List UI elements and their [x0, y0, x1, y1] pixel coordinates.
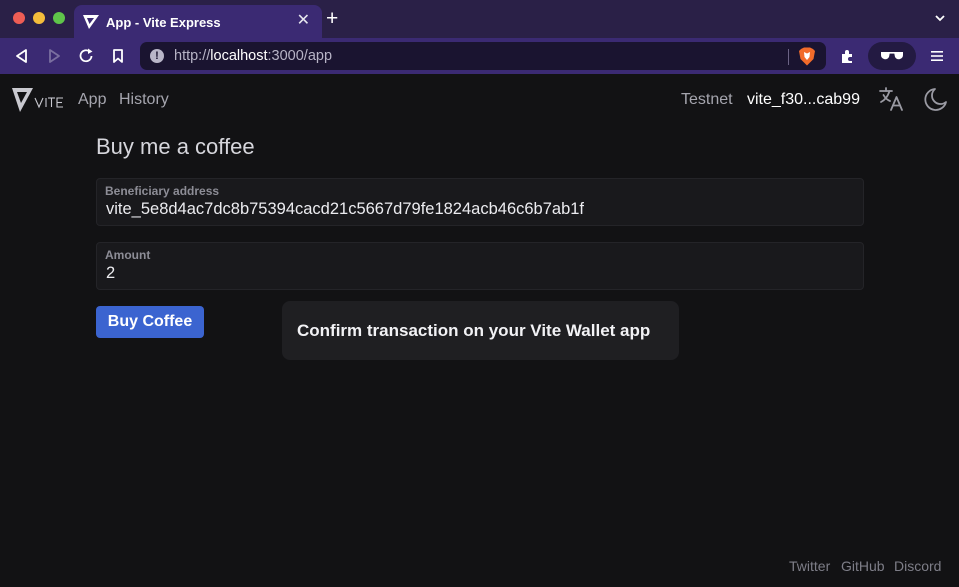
amount-field[interactable]: Amount 2: [96, 242, 864, 290]
browser-toolbar: ! http://localhost:3000/app: [0, 38, 959, 74]
glasses-icon: [881, 52, 903, 60]
confirm-transaction-toast: Confirm transaction on your Vite Wallet …: [282, 301, 679, 360]
footer-twitter-link[interactable]: Twitter: [789, 558, 830, 574]
reload-icon[interactable]: [76, 46, 96, 66]
tab-title: App - Vite Express: [106, 15, 221, 30]
menu-icon[interactable]: [929, 48, 945, 64]
toast-message: Confirm transaction on your Vite Wallet …: [297, 321, 651, 340]
moon-icon[interactable]: [923, 87, 948, 112]
footer-discord-link[interactable]: Discord: [894, 558, 941, 574]
page-title: Buy me a coffee: [96, 134, 255, 159]
info-icon[interactable]: !: [150, 49, 164, 63]
back-icon[interactable]: [12, 46, 32, 66]
brave-shield-icon[interactable]: [798, 47, 816, 66]
nav-history-link[interactable]: History: [119, 91, 169, 109]
maximize-window-button[interactable]: [53, 12, 65, 24]
bookmark-icon[interactable]: [108, 46, 128, 66]
address-bar[interactable]: ! http://localhost:3000/app: [140, 42, 826, 70]
vite-logo-icon: [83, 15, 99, 29]
profile-button[interactable]: [868, 42, 916, 70]
translate-icon[interactable]: [878, 86, 904, 112]
buy-coffee-button[interactable]: Buy Coffee: [96, 306, 204, 338]
footer-github-link[interactable]: GitHub: [841, 558, 885, 574]
beneficiary-address-input[interactable]: vite_5e8d4ac7dc8b75394cacd21c5667d79fe18…: [106, 200, 584, 219]
amount-input[interactable]: 2: [106, 264, 115, 283]
nav-app-link[interactable]: App: [78, 91, 106, 109]
address-bar-divider: [788, 49, 789, 65]
beneficiary-address-field[interactable]: Beneficiary address vite_5e8d4ac7dc8b753…: [96, 178, 864, 226]
browser-tab[interactable]: App - Vite Express ✕: [74, 5, 322, 38]
network-label[interactable]: Testnet: [681, 91, 733, 109]
beneficiary-address-label: Beneficiary address: [105, 184, 220, 198]
url-text[interactable]: http://localhost:3000/app: [174, 48, 332, 64]
account-address[interactable]: vite_f30...cab99: [747, 91, 860, 109]
minimize-window-button[interactable]: [33, 12, 45, 24]
forward-icon[interactable]: [44, 46, 64, 66]
tab-close-icon[interactable]: ✕: [297, 13, 310, 29]
extensions-icon[interactable]: [838, 46, 858, 66]
chevron-down-icon[interactable]: [935, 13, 945, 23]
vite-logo-icon[interactable]: [11, 87, 63, 113]
new-tab-button[interactable]: +: [326, 8, 338, 29]
amount-label: Amount: [105, 248, 151, 262]
browser-titlebar: App - Vite Express ✕ +: [0, 0, 959, 38]
close-window-button[interactable]: [13, 12, 25, 24]
app-viewport: App History Testnet vite_f30...cab99 Buy…: [0, 74, 959, 587]
